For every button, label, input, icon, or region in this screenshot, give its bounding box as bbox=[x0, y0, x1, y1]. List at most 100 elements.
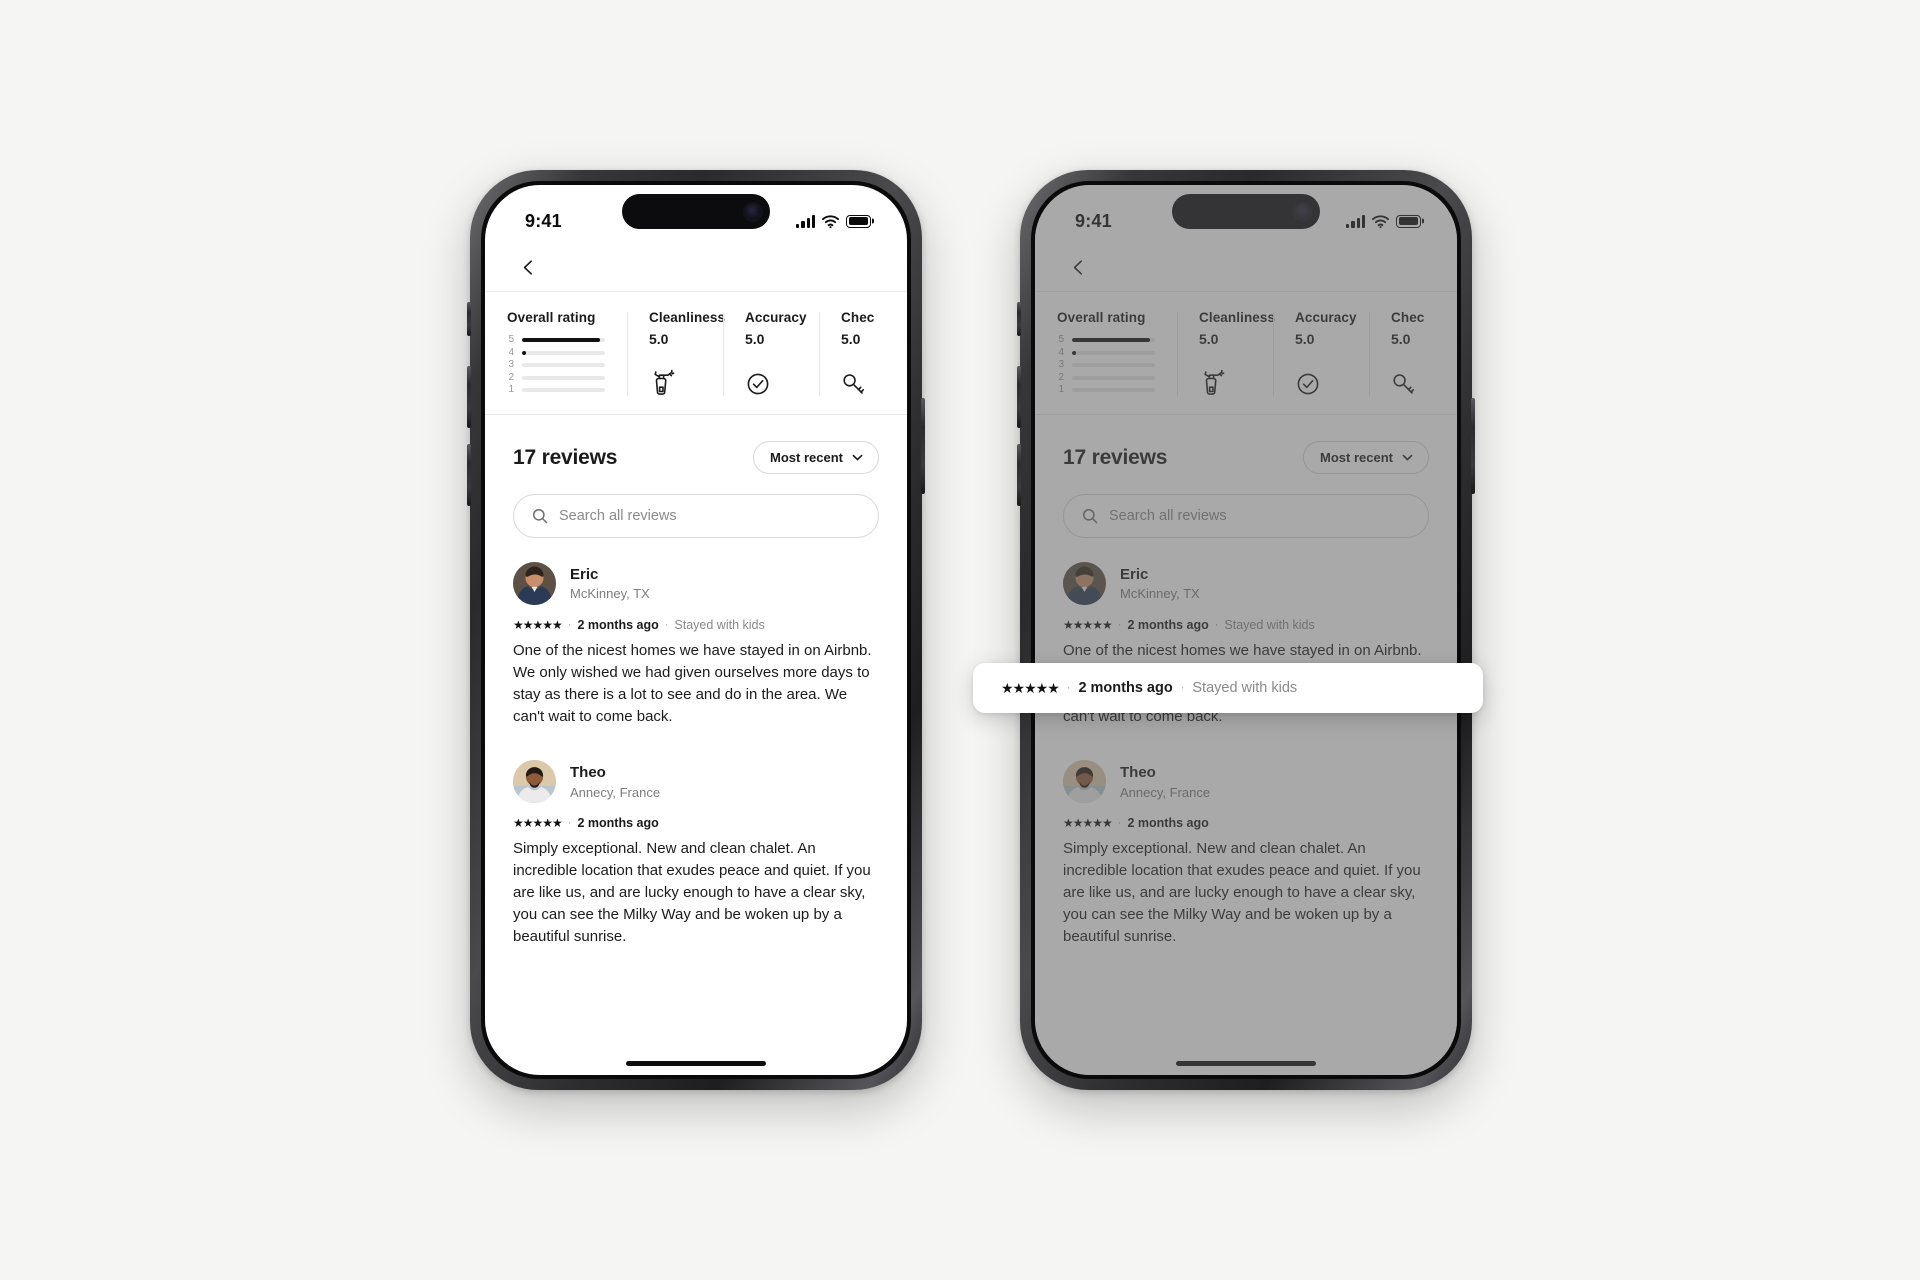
back-button[interactable] bbox=[513, 252, 543, 282]
rating-column-cleanliness: Cleanliness 5.0 bbox=[1177, 310, 1276, 398]
phone-mockup-right: 9:41 Overall rating 5 4 3 2 1 Cleanlines… bbox=[1017, 170, 1475, 1090]
power-button[interactable] bbox=[921, 398, 925, 494]
avatar bbox=[513, 562, 556, 605]
star-rating: ★★★★★ bbox=[1001, 679, 1060, 696]
rating-bar-track bbox=[522, 388, 605, 393]
rating-bar-track bbox=[1072, 338, 1155, 343]
ratings-strip: Overall rating 5 4 3 2 1 Cleanliness 5.0… bbox=[1035, 291, 1457, 415]
reviewer-location: McKinney, TX bbox=[1120, 586, 1200, 602]
review-meta: ★★★★★ · 2 months ago · Stayed with kids bbox=[513, 618, 879, 632]
review-tag: Stayed with kids bbox=[1192, 680, 1298, 696]
overall-rating-column: Overall rating 5 4 3 2 1 bbox=[485, 310, 627, 398]
rating-bar-track bbox=[522, 338, 605, 343]
avatar bbox=[1063, 760, 1106, 804]
rating-column-accuracy: Accuracy 5.0 bbox=[1273, 310, 1369, 398]
wifi-icon bbox=[1372, 214, 1389, 228]
rating-bar-label: 3 bbox=[508, 359, 514, 371]
reviewer-name: Eric bbox=[570, 565, 599, 583]
key-icon bbox=[841, 369, 893, 402]
status-icons bbox=[1346, 214, 1421, 228]
volume-down-button[interactable] bbox=[467, 444, 471, 506]
rating-bar-row: 4 bbox=[507, 347, 605, 360]
rating-bar-track bbox=[1072, 363, 1155, 368]
key-icon bbox=[1391, 369, 1443, 402]
rating-category-title: Chec bbox=[1391, 310, 1425, 325]
search-reviews-box[interactable] bbox=[1063, 494, 1429, 538]
rating-bar-track bbox=[1072, 388, 1155, 393]
rating-bar-label: 4 bbox=[1058, 346, 1064, 358]
home-indicator[interactable] bbox=[626, 1061, 766, 1066]
rating-bar-label: 1 bbox=[508, 384, 514, 396]
navigation-bar bbox=[1035, 243, 1457, 291]
ratings-strip: Overall rating 5 4 3 2 1 Cleanliness 5.0… bbox=[485, 291, 907, 415]
meta-separator: · bbox=[567, 817, 572, 830]
rating-bar-track bbox=[522, 350, 605, 355]
rating-category-title: Accuracy bbox=[1295, 310, 1357, 325]
reviewer-header: Eric McKinney, TX bbox=[1063, 562, 1429, 605]
power-button[interactable] bbox=[1471, 398, 1475, 494]
search-reviews-box[interactable] bbox=[513, 494, 879, 538]
volume-down-button[interactable] bbox=[1017, 444, 1021, 506]
rating-category-value: 5.0 bbox=[745, 331, 765, 347]
sort-label: Most recent bbox=[1320, 450, 1393, 465]
star-rating: ★★★★★ bbox=[513, 816, 563, 831]
phone-mockup-left: 9:41 Overall rating 5 4 3 2 1 Cleanlines… bbox=[467, 170, 925, 1090]
review-body: Simply exceptional. New and clean chalet… bbox=[513, 840, 871, 946]
rating-bar-row: 3 bbox=[1057, 359, 1155, 372]
status-time: 9:41 bbox=[525, 210, 562, 231]
review-tag: Stayed with kids bbox=[1224, 618, 1315, 632]
search-input[interactable] bbox=[1109, 508, 1410, 524]
rating-bar-label: 2 bbox=[1058, 371, 1064, 383]
review-meta: ★★★★★ · 2 months ago · Stayed with kids bbox=[1063, 618, 1429, 632]
rating-category-value: 5.0 bbox=[649, 331, 669, 347]
review-time: 2 months ago bbox=[1127, 618, 1209, 632]
star-rating: ★★★★★ bbox=[1063, 816, 1113, 831]
sort-dropdown[interactable]: Most recent bbox=[1303, 441, 1429, 474]
check-circle-icon bbox=[745, 369, 797, 402]
meta-separator: · bbox=[664, 619, 669, 631]
review-time: 2 months ago bbox=[1078, 680, 1173, 696]
avatar bbox=[1063, 562, 1106, 605]
sort-dropdown[interactable]: Most recent bbox=[753, 441, 879, 474]
review-item: Theo Annecy, France ★★★★★ · 2 months ago… bbox=[513, 760, 879, 954]
rating-bar-row: 4 bbox=[1057, 347, 1155, 360]
meta-separator: · bbox=[1066, 682, 1071, 694]
rating-bar-label: 5 bbox=[508, 334, 514, 346]
review-tag: Stayed with kids bbox=[674, 618, 765, 632]
highlight-meta-row: ★★★★★ · 2 months ago · Stayed with kids bbox=[1001, 680, 1297, 697]
spray-bottle-icon bbox=[649, 369, 701, 402]
review-item: Eric McKinney, TX ★★★★★ · 2 months ago ·… bbox=[513, 562, 879, 734]
reviews-section: 17 reviews Most recent Search all review… bbox=[485, 415, 907, 954]
search-input[interactable] bbox=[559, 508, 860, 524]
rating-column-accuracy: Accuracy 5.0 bbox=[723, 310, 819, 398]
reviewer-header: Eric McKinney, TX bbox=[513, 562, 879, 605]
rating-category-title: Chec bbox=[841, 310, 875, 325]
rating-bar-label: 3 bbox=[1058, 359, 1064, 371]
overall-rating-title: Overall rating bbox=[507, 310, 596, 325]
back-button[interactable] bbox=[1063, 252, 1093, 282]
chevron-left-icon bbox=[1073, 259, 1082, 275]
meta-separator: · bbox=[567, 619, 572, 631]
volume-up-button[interactable] bbox=[1017, 366, 1021, 428]
rating-bar-fill bbox=[522, 338, 601, 343]
star-rating: ★★★★★ bbox=[1063, 618, 1113, 632]
rating-category-value: 5.0 bbox=[1199, 331, 1219, 347]
status-bar: 9:41 bbox=[485, 185, 907, 243]
overall-rating-column: Overall rating 5 4 3 2 1 bbox=[1035, 310, 1177, 398]
chevron-down-icon bbox=[852, 454, 863, 461]
meta-separator: · bbox=[1180, 682, 1185, 694]
rating-column-checkin: Chec 5.0 bbox=[819, 310, 907, 398]
highlight-callout-card: ★★★★★ · 2 months ago · Stayed with kids bbox=[973, 663, 1483, 713]
silent-switch[interactable] bbox=[467, 302, 471, 336]
review-time: 2 months ago bbox=[577, 618, 659, 632]
rating-bar-fill bbox=[522, 350, 526, 355]
status-time: 9:41 bbox=[1075, 210, 1112, 231]
phone-bezel: 9:41 Overall rating 5 4 3 2 1 Cleanlines… bbox=[481, 181, 911, 1079]
silent-switch[interactable] bbox=[1017, 302, 1021, 336]
home-indicator[interactable] bbox=[1176, 1061, 1316, 1066]
reviewer-name: Eric bbox=[1120, 565, 1149, 583]
rating-category-title: Cleanliness bbox=[1199, 310, 1276, 325]
volume-up-button[interactable] bbox=[467, 366, 471, 428]
rating-bar-row: 5 bbox=[507, 334, 605, 347]
meta-separator: · bbox=[1214, 619, 1219, 631]
